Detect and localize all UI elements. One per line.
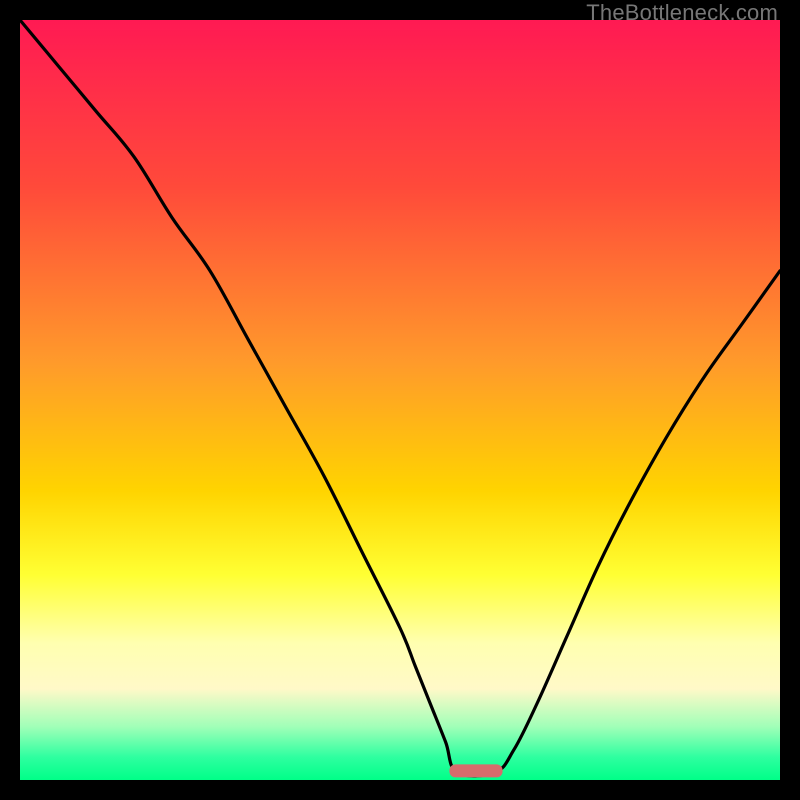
chart-frame [20,20,780,780]
watermark-text: TheBottleneck.com [586,0,778,26]
bottleneck-chart [20,20,780,780]
chart-background [20,20,780,780]
optimal-marker [449,764,502,777]
